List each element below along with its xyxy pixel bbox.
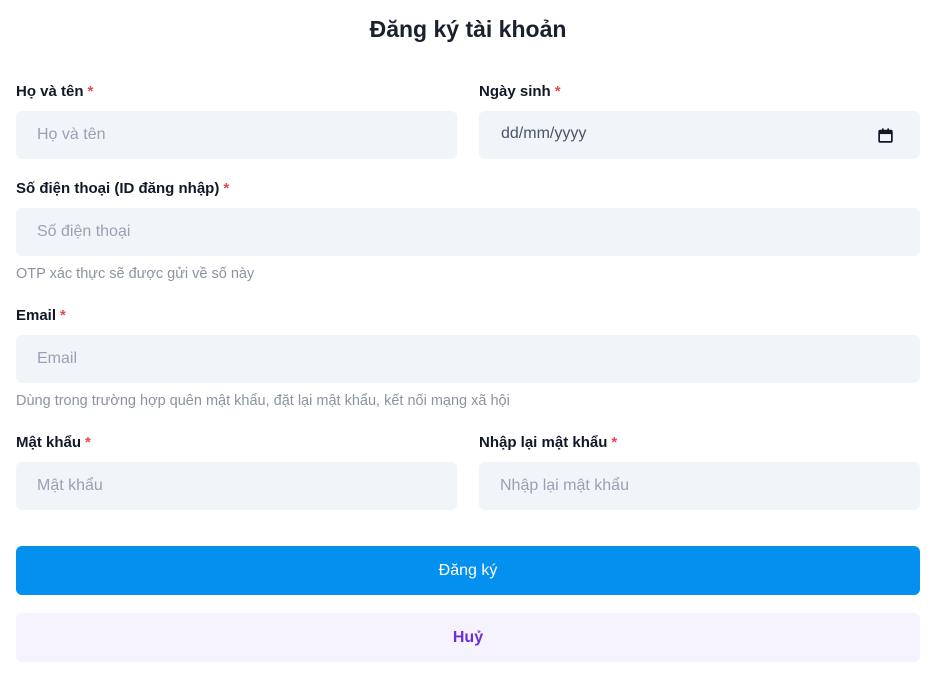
confirm-password-input[interactable] bbox=[479, 462, 920, 510]
required-mark: * bbox=[223, 180, 230, 197]
confirm-password-field-container bbox=[479, 462, 920, 510]
birthdate-label: Ngày sinh * bbox=[479, 83, 561, 100]
birthdate-placeholder: dd/mm/yyyy bbox=[501, 125, 587, 142]
password-label: Mật khẩu * bbox=[16, 434, 91, 451]
full-name-label-text: Họ và tên bbox=[16, 83, 84, 100]
required-mark: * bbox=[85, 434, 91, 451]
required-mark: * bbox=[60, 307, 66, 324]
phone-input[interactable] bbox=[16, 208, 920, 256]
calendar-icon[interactable] bbox=[877, 127, 894, 144]
email-label: Email * bbox=[16, 307, 66, 324]
required-mark: * bbox=[554, 83, 561, 100]
phone-label-text: Số điện thoại (ID đăng nhập) bbox=[16, 180, 220, 197]
confirm-password-label: Nhập lại mật khẩu * bbox=[479, 434, 617, 451]
required-mark: * bbox=[87, 83, 94, 100]
password-label-text: Mật khẩu bbox=[16, 434, 82, 451]
email-field-container bbox=[16, 335, 920, 383]
register-button[interactable]: Đăng ký bbox=[16, 546, 920, 595]
full-name-label: Họ và tên * bbox=[16, 83, 93, 100]
registration-page: Đăng ký tài khoản Họ và tên* Ngày sinh* … bbox=[0, 0, 936, 692]
page-title: Đăng ký tài khoản bbox=[369, 16, 567, 42]
confirm-password-label-text: Nhập lại mật khẩu bbox=[479, 434, 608, 451]
cancel-button[interactable]: Huỷ bbox=[16, 613, 920, 662]
full-name-input[interactable] bbox=[16, 111, 457, 159]
email-label-text: Email bbox=[16, 307, 57, 324]
password-input[interactable] bbox=[16, 462, 457, 510]
full-name-field-container bbox=[16, 111, 457, 159]
phone-hint: OTP xác thực sẽ được gửi về số này bbox=[16, 266, 255, 282]
phone-field-container bbox=[16, 208, 920, 256]
required-mark: * bbox=[611, 434, 618, 451]
birthdate-label-text: Ngày sinh bbox=[479, 83, 551, 100]
email-hint: Dùng trong trường hợp quên mật khẩu, đặt… bbox=[16, 393, 510, 409]
email-input[interactable] bbox=[16, 335, 920, 383]
birthdate-input[interactable]: dd/mm/yyyy bbox=[479, 111, 920, 159]
phone-label: Số điện thoại (ID đăng nhập) * bbox=[16, 180, 229, 197]
password-field-container bbox=[16, 462, 457, 510]
